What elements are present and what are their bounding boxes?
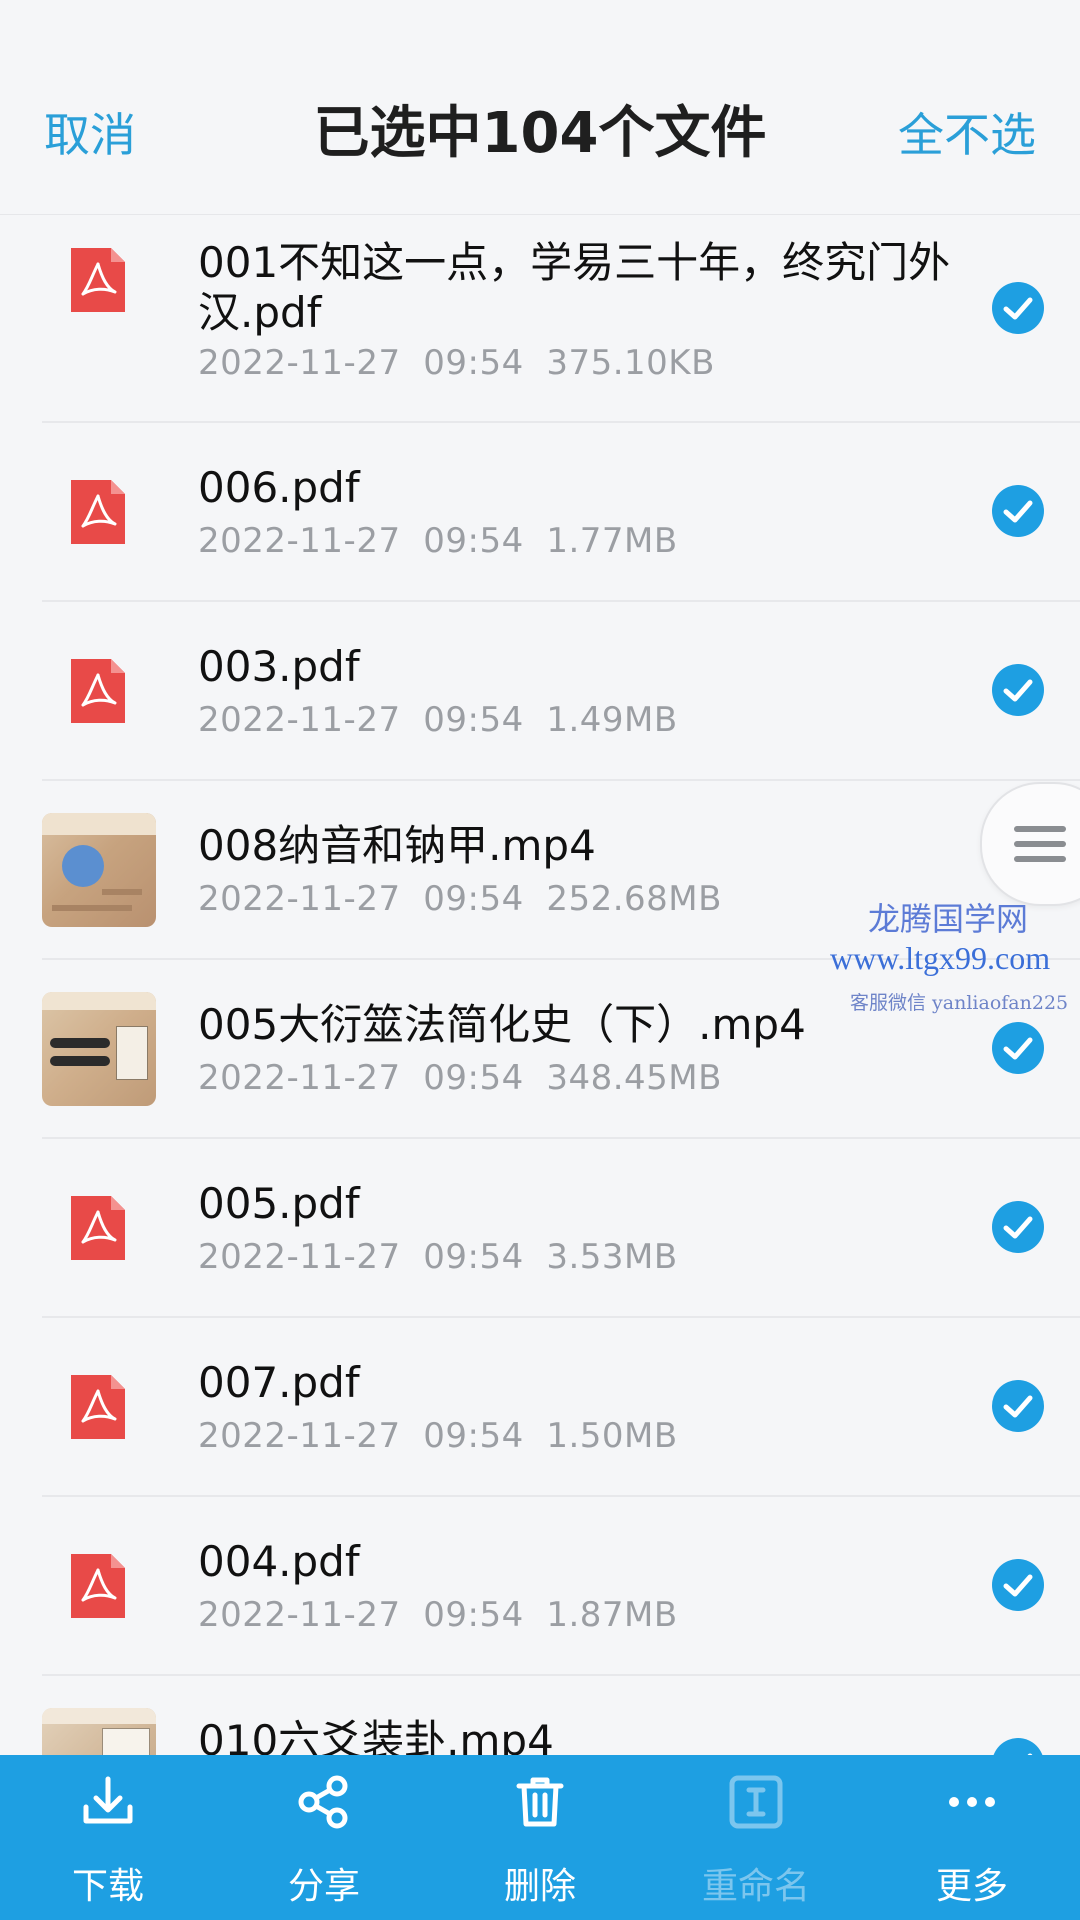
file-row[interactable]: 003.pdf 2022-11-27 09:54 1.49MB [0,602,1080,781]
more-button[interactable]: 更多 [864,1755,1080,1920]
share-label: 分享 [287,1866,360,1907]
file-row[interactable]: 005大衍筮法简化史（下）.mp4 2022-11-27 09:54 348.4… [0,960,1080,1139]
more-icon [949,1797,995,1807]
pdf-file-icon [71,1375,125,1439]
rename-button[interactable]: 重命名 [648,1755,864,1920]
file-size: 3.53MB [546,1237,678,1277]
checked-icon[interactable] [992,485,1044,537]
file-time: 09:54 [423,521,524,561]
file-name: 006.pdf [198,463,360,512]
file-row[interactable]: 004.pdf 2022-11-27 09:54 1.87MB [0,1497,1080,1676]
file-meta: 2022-11-27 09:54 1.50MB [198,1416,678,1456]
checked-icon[interactable] [992,1738,1044,1755]
file-time: 09:54 [423,879,524,919]
download-icon [83,1776,133,1824]
download-label: 下载 [71,1866,144,1907]
file-time: 09:54 [423,1058,524,1098]
video-thumbnail [42,813,156,927]
file-meta: 2022-11-27 09:54 3.53MB [198,1237,678,1277]
menu-icon [1014,826,1066,832]
watermark-contact: 客服微信 yanliaofan225 [850,992,1069,1014]
pdf-file-icon [71,1554,125,1618]
checked-icon[interactable] [992,282,1044,334]
file-date: 2022-11-27 [198,343,401,383]
pdf-file-icon [71,659,125,723]
file-size: 1.77MB [546,521,678,561]
file-date: 2022-11-27 [198,521,401,561]
pdf-file-icon [71,248,125,312]
more-label: 更多 [935,1866,1008,1907]
file-date: 2022-11-27 [198,1595,401,1635]
file-name: 001不知这一点，学易三十年，终究门外汉.pdf [198,238,951,337]
watermark-url: www.ltgx99.com [830,940,1051,976]
delete-label: 删除 [503,1866,576,1907]
share-button[interactable]: 分享 [216,1755,432,1920]
file-time: 09:54 [423,1416,524,1456]
menu-icon-bar [1014,841,1066,847]
menu-icon-bar [1014,856,1066,862]
file-name: 008纳音和钠甲.mp4 [198,821,596,870]
file-meta: 2022-11-27 09:54 375.10KB [198,343,715,383]
checked-icon[interactable] [992,1022,1044,1074]
deselect-all-button[interactable]: 全不选 [898,100,1036,170]
file-size: 1.50MB [546,1416,678,1456]
file-date: 2022-11-27 [198,1058,401,1098]
bottom-action-bar: 下载 分享 删除 重命名 更多 [0,1755,1080,1920]
checked-icon[interactable] [992,664,1044,716]
file-list[interactable]: 001不知这一点，学易三十年，终究门外汉.pdf 2022-11-27 09:5… [0,215,1080,1755]
file-date: 2022-11-27 [198,1416,401,1456]
file-size: 1.87MB [546,1595,678,1635]
file-size: 348.45MB [546,1058,722,1098]
checked-icon[interactable] [992,1380,1044,1432]
file-date: 2022-11-27 [198,879,401,919]
file-name: 003.pdf [198,642,360,691]
pdf-file-icon [71,480,125,544]
checked-icon[interactable] [992,1559,1044,1611]
file-meta: 2022-11-27 09:54 252.68MB [198,879,722,919]
delete-button[interactable]: 删除 [432,1755,648,1920]
file-name: 007.pdf [198,1358,360,1407]
file-size: 252.68MB [546,879,722,919]
file-date: 2022-11-27 [198,700,401,740]
download-button[interactable]: 下载 [0,1755,216,1920]
file-size: 375.10KB [546,343,715,383]
video-thumbnail [42,992,156,1106]
file-meta: 2022-11-27 09:54 1.49MB [198,700,678,740]
trash-icon [516,1777,564,1827]
selection-header: 取消 已选中104个文件 全不选 [0,0,1080,215]
file-meta: 2022-11-27 09:54 1.77MB [198,521,678,561]
file-name: 004.pdf [198,1537,360,1586]
file-date: 2022-11-27 [198,1237,401,1277]
watermark-title: 龙腾国学网 [868,900,1029,938]
file-time: 09:54 [423,700,524,740]
file-row[interactable]: 006.pdf 2022-11-27 09:54 1.77MB [0,423,1080,602]
rename-icon [729,1775,783,1829]
checked-icon[interactable] [992,1201,1044,1253]
file-row[interactable]: 005.pdf 2022-11-27 09:54 3.53MB [0,1139,1080,1318]
file-row[interactable]: 007.pdf 2022-11-27 09:54 1.50MB [0,1318,1080,1497]
file-size: 1.49MB [546,700,678,740]
file-row[interactable]: 001不知这一点，学易三十年，终究门外汉.pdf 2022-11-27 09:5… [0,215,1080,423]
file-row[interactable]: 010六爻装卦.mp4 [0,1676,1080,1755]
share-icon [298,1775,348,1829]
video-thumbnail [42,1708,156,1755]
file-meta: 2022-11-27 09:54 348.45MB [198,1058,722,1098]
file-meta: 2022-11-27 09:54 1.87MB [198,1595,678,1635]
file-time: 09:54 [423,1595,524,1635]
file-name: 010六爻装卦.mp4 [198,1716,554,1755]
rename-label: 重命名 [701,1866,810,1907]
file-time: 09:54 [423,1237,524,1277]
file-name: 005.pdf [198,1179,360,1228]
pdf-file-icon [71,1196,125,1260]
file-time: 09:54 [423,343,524,383]
